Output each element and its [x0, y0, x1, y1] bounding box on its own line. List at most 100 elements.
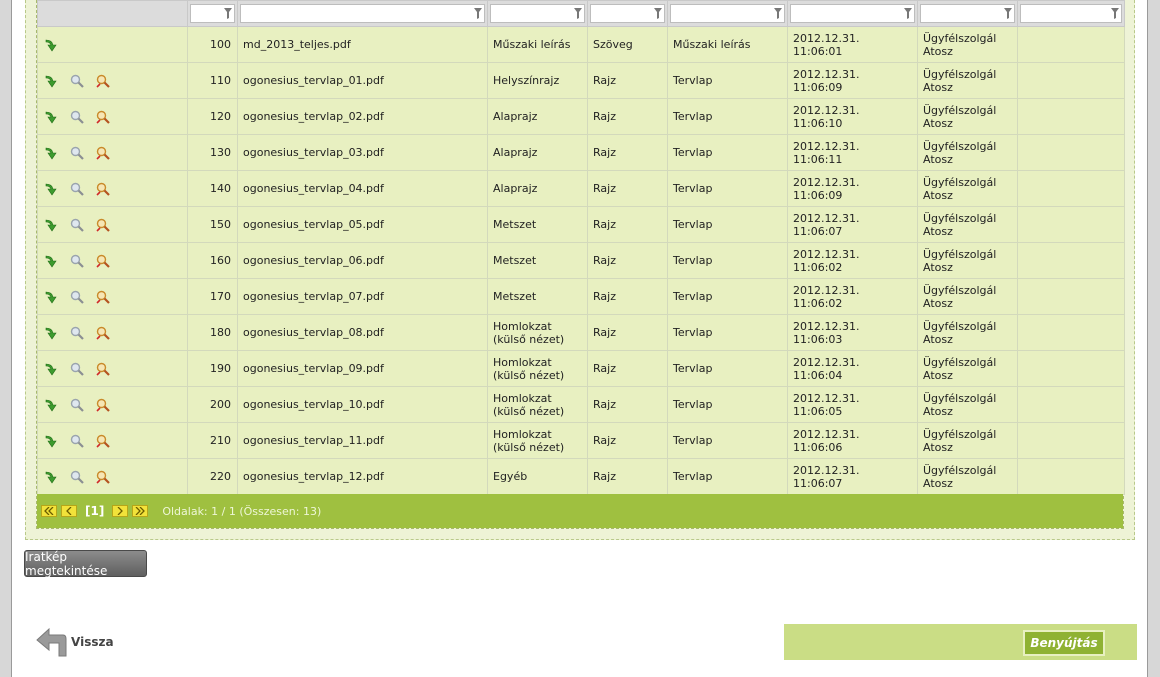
- table-row[interactable]: 130 ogonesius_tervlap_03.pdf Alaprajz Rajz T…: [37, 134, 1125, 171]
- download-arrow-icon[interactable]: [43, 181, 59, 197]
- funnel-icon[interactable]: [1111, 8, 1119, 19]
- table-row[interactable]: 160 ogonesius_tervlap_06.pdf Metszet Rajz Te…: [37, 242, 1125, 279]
- funnel-icon[interactable]: [574, 8, 582, 19]
- edit-magnifier-icon[interactable]: [95, 325, 111, 341]
- table-row[interactable]: 110 ogonesius_tervlap_01.pdf Helyszínrajz R…: [37, 62, 1125, 99]
- extra-cell: [1017, 26, 1125, 63]
- download-arrow-icon[interactable]: [43, 73, 59, 89]
- file-name-cell: ogonesius_tervlap_04.pdf: [237, 170, 488, 207]
- time-value: 11:06:04: [793, 368, 843, 382]
- magnifier-icon[interactable]: [69, 397, 85, 413]
- edit-magnifier-icon[interactable]: [95, 433, 111, 449]
- edit-magnifier-icon[interactable]: [95, 397, 111, 413]
- download-arrow-icon[interactable]: [43, 217, 59, 233]
- table-row[interactable]: 150 ogonesius_tervlap_05.pdf Metszet Rajz Te…: [37, 206, 1125, 243]
- filter-input-user[interactable]: [920, 4, 1015, 23]
- time-value: 11:06:02: [793, 260, 843, 274]
- prev-page-button[interactable]: [61, 505, 77, 517]
- funnel-icon[interactable]: [474, 8, 482, 19]
- download-arrow-icon[interactable]: [43, 253, 59, 269]
- table-row[interactable]: 220 ogonesius_tervlap_12.pdf Egyéb Rajz Terv…: [37, 458, 1125, 495]
- filter-input-category[interactable]: [490, 4, 585, 23]
- magnifier-icon[interactable]: [69, 109, 85, 125]
- table-row[interactable]: 210 ogonesius_tervlap_11.pdf Homlokzat (kü…: [37, 422, 1125, 459]
- download-arrow-icon[interactable]: [43, 325, 59, 341]
- magnifier-icon[interactable]: [69, 361, 85, 377]
- date-value: 2012.12.31.: [793, 319, 860, 333]
- filter-input-kind[interactable]: [670, 4, 785, 23]
- funnel-icon[interactable]: [1004, 8, 1012, 19]
- kind-cell: Tervlap: [667, 278, 788, 315]
- edit-magnifier-icon[interactable]: [95, 469, 111, 485]
- download-arrow-icon[interactable]: [43, 289, 59, 305]
- magnifier-icon[interactable]: [69, 433, 85, 449]
- date-cell: 2012.12.31. 11:06:09: [787, 62, 918, 99]
- date-value: 2012.12.31.: [793, 31, 860, 45]
- table-row[interactable]: 120 ogonesius_tervlap_02.pdf Alaprajz Rajz T…: [37, 98, 1125, 135]
- magnifier-icon[interactable]: [69, 289, 85, 305]
- table-row[interactable]: 170 ogonesius_tervlap_07.pdf Metszet Rajz Te…: [37, 278, 1125, 315]
- table-row[interactable]: 140 ogonesius_tervlap_04.pdf Alaprajz Rajz T…: [37, 170, 1125, 207]
- row-actions: [37, 278, 188, 315]
- magnifier-icon[interactable]: [69, 253, 85, 269]
- user-cell: Ügyfélszolgál Atosz: [917, 26, 1018, 63]
- submit-button[interactable]: Benyújtás: [1023, 630, 1105, 656]
- time-value: 11:06:10: [793, 116, 843, 130]
- user-line2: Atosz: [923, 440, 953, 454]
- filter-cell-date: [787, 0, 918, 27]
- table-row[interactable]: 200 ogonesius_tervlap_10.pdf Homlokzat (kü…: [37, 386, 1125, 423]
- user-line2: Atosz: [923, 368, 953, 382]
- edit-magnifier-icon[interactable]: [95, 73, 111, 89]
- filter-input-type[interactable]: [590, 4, 665, 23]
- funnel-icon[interactable]: [774, 8, 782, 19]
- magnifier-icon[interactable]: [69, 325, 85, 341]
- next-page-button[interactable]: [112, 505, 129, 517]
- funnel-icon[interactable]: [654, 8, 662, 19]
- download-arrow-icon[interactable]: [43, 37, 59, 53]
- filter-input-date[interactable]: [790, 4, 915, 23]
- edit-magnifier-icon[interactable]: [95, 145, 111, 161]
- download-arrow-icon[interactable]: [43, 145, 59, 161]
- download-arrow-icon[interactable]: [43, 109, 59, 125]
- filter-input-extra[interactable]: [1020, 4, 1122, 23]
- download-arrow-icon[interactable]: [43, 469, 59, 485]
- user-line2: Atosz: [923, 260, 953, 274]
- edit-magnifier-icon[interactable]: [95, 361, 111, 377]
- magnifier-icon[interactable]: [69, 181, 85, 197]
- magnifier-icon[interactable]: [69, 145, 85, 161]
- table-row[interactable]: 190 ogonesius_tervlap_09.pdf Homlokzat (kü…: [37, 350, 1125, 387]
- last-page-button[interactable]: [132, 505, 149, 517]
- user-cell: Ügyfélszolgál Atosz: [917, 386, 1018, 423]
- filter-input-seq[interactable]: [190, 4, 235, 23]
- download-arrow-icon[interactable]: [43, 361, 59, 377]
- time-value: 11:06:03: [793, 332, 843, 346]
- extra-cell: [1017, 242, 1125, 279]
- file-name-cell: ogonesius_tervlap_02.pdf: [237, 98, 488, 135]
- date-value: 2012.12.31.: [793, 247, 860, 261]
- funnel-icon[interactable]: [904, 8, 912, 19]
- edit-magnifier-icon[interactable]: [95, 253, 111, 269]
- back-button[interactable]: Vissza: [35, 626, 114, 658]
- download-arrow-icon[interactable]: [43, 397, 59, 413]
- kind-cell: Tervlap: [667, 458, 788, 495]
- seq-cell: 120: [187, 98, 238, 135]
- first-page-button[interactable]: [41, 505, 57, 517]
- edit-magnifier-icon[interactable]: [95, 181, 111, 197]
- magnifier-icon[interactable]: [69, 73, 85, 89]
- table-row[interactable]: 100 md_2013_teljes.pdf Műszaki leírás Szöve…: [37, 26, 1125, 63]
- edit-magnifier-icon[interactable]: [95, 289, 111, 305]
- edit-magnifier-icon[interactable]: [95, 217, 111, 233]
- extra-cell: [1017, 62, 1125, 99]
- magnifier-icon[interactable]: [69, 469, 85, 485]
- view-document-button[interactable]: Iratkép megtekintése: [24, 550, 147, 578]
- seq-cell: 220: [187, 458, 238, 495]
- table-row[interactable]: 180 ogonesius_tervlap_08.pdf Homlokzat (kü…: [37, 314, 1125, 351]
- funnel-icon[interactable]: [224, 8, 232, 19]
- file-name-cell: ogonesius_tervlap_08.pdf: [237, 314, 488, 351]
- kind-cell: Tervlap: [667, 350, 788, 387]
- magnifier-icon[interactable]: [69, 217, 85, 233]
- edit-magnifier-icon[interactable]: [95, 109, 111, 125]
- download-arrow-icon[interactable]: [43, 433, 59, 449]
- filter-cell-actions: [37, 0, 188, 27]
- filter-input-file[interactable]: [240, 4, 485, 23]
